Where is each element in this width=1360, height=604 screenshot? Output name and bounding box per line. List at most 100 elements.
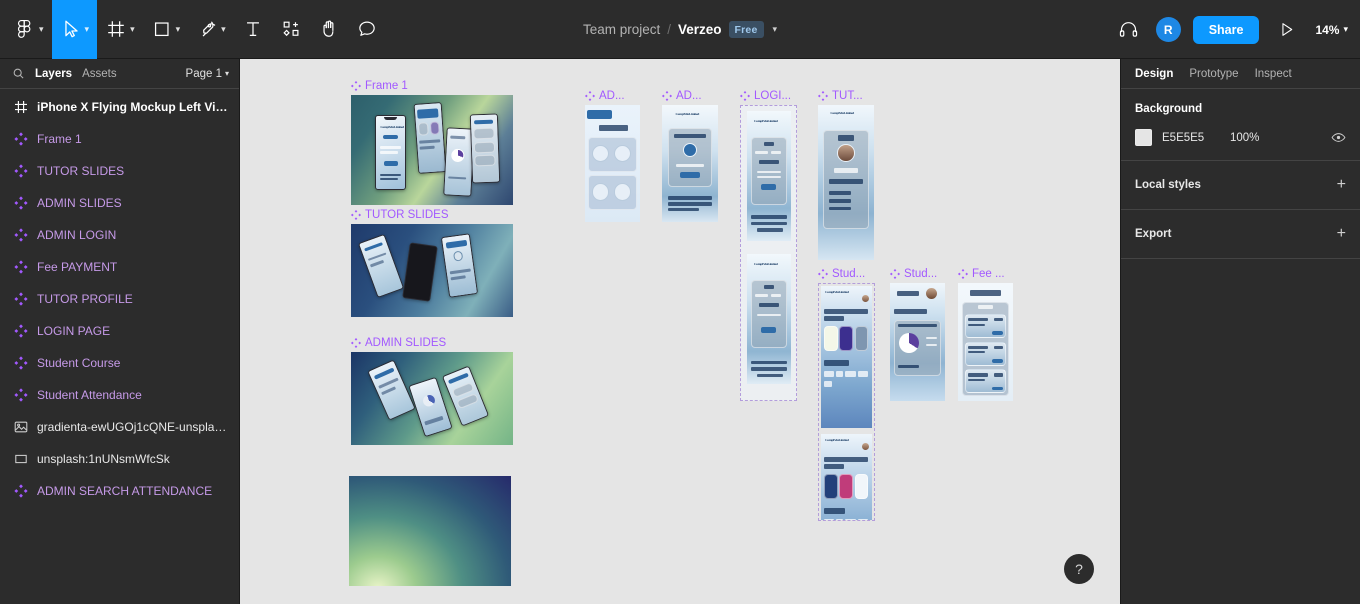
present-play-icon[interactable] [1271, 15, 1301, 45]
frame-1-artwork: CompEduLimited [351, 95, 513, 205]
phone-mockup [402, 242, 438, 302]
layer-row[interactable]: LOGIN PAGE [0, 315, 239, 347]
comment-tool[interactable] [348, 0, 386, 59]
file-menu-chevron-down-icon[interactable]: ▾ [773, 24, 778, 35]
canvas-frame-student-attendance[interactable]: Stud... [890, 268, 945, 401]
frame-label-student-attendance[interactable]: Stud... [890, 268, 937, 280]
layer-list: iPhone X Flying Mockup Left View Frame 1 T… [0, 89, 239, 507]
background-color-swatch[interactable] [1135, 129, 1152, 146]
plan-badge[interactable]: Free [728, 21, 764, 38]
canvas-frame-student-course[interactable]: Stud... CompEduLimited CompEduLimited [818, 268, 875, 521]
frame-label-text: TUT... [832, 90, 863, 102]
canvas-frame-gradient[interactable] [349, 476, 511, 586]
layer-row[interactable]: TUTOR SLIDES [0, 155, 239, 187]
layer-name: LOGIN PAGE [37, 324, 111, 338]
frame-label-admin-login[interactable]: AD... [662, 90, 702, 102]
frame-tool[interactable]: ▾ [97, 0, 143, 59]
move-tool[interactable]: ▾ [51, 0, 98, 59]
eye-icon[interactable] [1331, 130, 1346, 145]
frame-label-frame-1[interactable]: Frame 1 [351, 80, 408, 92]
frame-label-text: AD... [599, 90, 625, 102]
plus-icon[interactable]: + [1337, 226, 1346, 242]
layer-name: TUTOR PROFILE [37, 292, 133, 306]
canvas-frame-fee-payment[interactable]: Fee ... [958, 268, 1013, 401]
design-canvas[interactable]: Frame 1 CompEduLimited TUTOR SLIDES ADMI… [240, 59, 1120, 604]
zoom-level-control[interactable]: 14% ▾ [1313, 19, 1350, 41]
shape-tool[interactable]: ▾ [143, 0, 189, 59]
breadcrumb-file-name[interactable]: Verzeo [678, 22, 722, 37]
component-icon [662, 91, 672, 101]
layer-row[interactable]: iPhone X Flying Mockup Left View [0, 91, 239, 123]
tutor-profile-artwork: CompEduLimited [818, 105, 874, 260]
layer-row[interactable]: unsplash:1nUNsmWfcSk [0, 443, 239, 475]
pen-tool[interactable]: ▾ [188, 0, 234, 59]
component-icon [351, 338, 361, 348]
canvas-frame-tutor-profile[interactable]: TUT... CompEduLimited [818, 90, 874, 260]
frame-label-admin-slides[interactable]: ADMIN SLIDES [351, 337, 446, 349]
background-hex-value[interactable]: E5E5E5 [1162, 132, 1230, 144]
layer-row[interactable]: Frame 1 [0, 123, 239, 155]
local-styles-row[interactable]: Local styles + [1121, 161, 1360, 210]
breadcrumb-team[interactable]: Team project [583, 22, 660, 37]
frame-label-text: Stud... [832, 268, 866, 280]
phone-mockup [358, 234, 404, 298]
toolbar-tools-group: ▾ ▾ ▾ ▾ ▾ [0, 0, 386, 59]
canvas-frame-admin-login[interactable]: AD... CompEduLimited [662, 90, 718, 222]
canvas-frame-frame-1[interactable]: Frame 1 CompEduLimited [351, 80, 513, 205]
frame-label-text: Stud... [904, 268, 938, 280]
layer-row[interactable]: Student Attendance [0, 379, 239, 411]
layer-row[interactable]: Fee PAYMENT [0, 251, 239, 283]
resources-tool[interactable] [272, 0, 310, 59]
frame-label-login-page[interactable]: LOGI... [740, 90, 791, 102]
admin-login-artwork: CompEduLimited [662, 105, 718, 222]
layer-row[interactable]: ADMIN SEARCH ATTENDANCE [0, 475, 239, 507]
layer-name: iPhone X Flying Mockup Left View [37, 100, 229, 114]
canvas-frame-admin-slides[interactable]: ADMIN SLIDES [351, 337, 513, 445]
help-button[interactable]: ? [1064, 554, 1094, 584]
layer-row[interactable]: TUTOR PROFILE [0, 283, 239, 315]
share-button[interactable]: Share [1192, 15, 1260, 44]
tutor-slides-artwork [351, 224, 513, 317]
tab-layers[interactable]: Layers [35, 68, 72, 80]
frame-label-admin-attendance[interactable]: AD... [585, 90, 625, 102]
breadcrumb-separator: / [667, 22, 671, 37]
component-icon [740, 91, 750, 101]
tab-inspect[interactable]: Inspect [1255, 68, 1292, 80]
component-icon [351, 81, 361, 91]
layer-row[interactable]: gradienta-ewUGOj1cQNE-unsplas... [0, 411, 239, 443]
text-tool[interactable] [234, 0, 272, 59]
headphones-icon[interactable] [1114, 15, 1144, 45]
plus-icon[interactable]: + [1337, 177, 1346, 193]
frame-label-student-course[interactable]: Stud... [818, 268, 865, 280]
avatar[interactable]: R [1155, 17, 1181, 42]
chevron-down-icon: ▾ [130, 23, 135, 34]
component-icon [585, 91, 595, 101]
frame-label-tutor-profile[interactable]: TUT... [818, 90, 863, 102]
page-selector[interactable]: Page 1 ▾ [186, 68, 229, 80]
frame-label-fee-payment[interactable]: Fee ... [958, 268, 1005, 280]
canvas-frame-login-page[interactable]: LOGI... CompEduLimited CompEduLimited [740, 90, 797, 401]
layer-name: ADMIN SEARCH ATTENDANCE [37, 484, 213, 498]
tab-prototype[interactable]: Prototype [1189, 68, 1238, 80]
component-icon [14, 132, 28, 146]
background-section: Background E5E5E5 100% [1121, 89, 1360, 161]
layer-row[interactable]: ADMIN LOGIN [0, 219, 239, 251]
layer-row[interactable]: ADMIN SLIDES [0, 187, 239, 219]
left-sidebar-tabs: Layers Assets Page 1 ▾ [0, 59, 239, 89]
right-sidebar-tabs: Design Prototype Inspect [1121, 59, 1360, 89]
canvas-frame-admin-attendance[interactable]: AD... [585, 90, 640, 222]
layer-name: TUTOR SLIDES [37, 164, 125, 178]
layer-name: Frame 1 [37, 132, 82, 146]
tab-design[interactable]: Design [1135, 68, 1173, 80]
frame-label-text: Fee ... [972, 268, 1005, 280]
figma-menu-icon[interactable]: ▾ [6, 0, 52, 59]
layer-row[interactable]: Student Course [0, 347, 239, 379]
canvas-frame-tutor-slides[interactable]: TUTOR SLIDES [351, 209, 513, 317]
hand-tool[interactable] [310, 0, 348, 59]
frame-label-tutor-slides[interactable]: TUTOR SLIDES [351, 209, 449, 221]
chevron-down-icon: ▾ [224, 69, 229, 78]
search-icon[interactable] [12, 67, 25, 80]
background-opacity-value[interactable]: 100% [1230, 132, 1280, 144]
tab-assets[interactable]: Assets [82, 68, 117, 80]
export-row[interactable]: Export + [1121, 210, 1360, 259]
